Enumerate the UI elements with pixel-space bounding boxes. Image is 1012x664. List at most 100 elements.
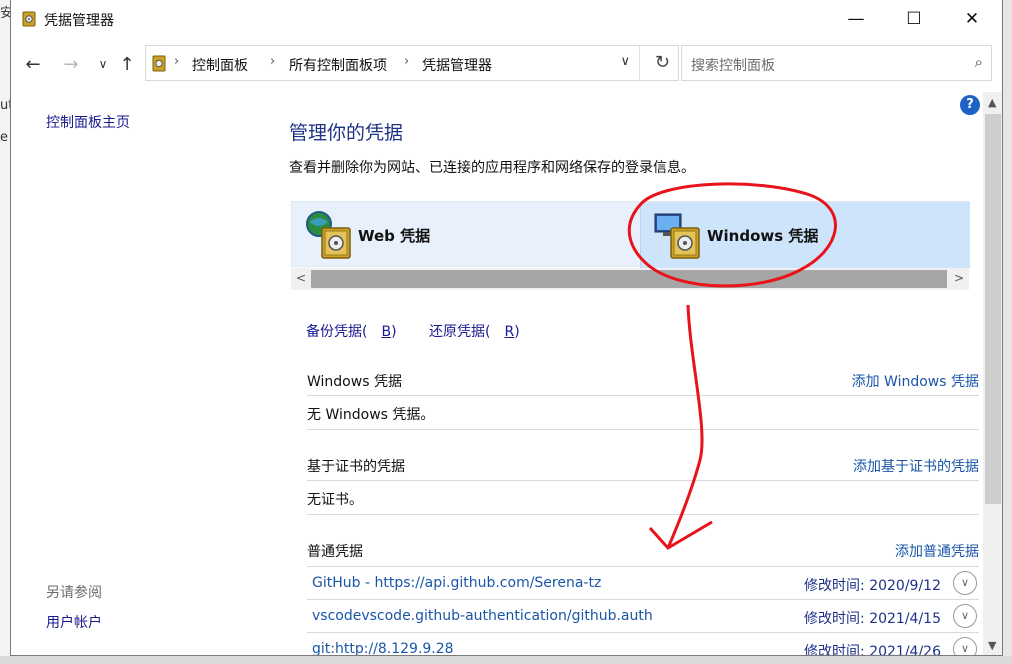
title-bar[interactable]: 凭据管理器 — ☐ ✕ [11,0,1002,38]
tabs-horizontal-scrollbar[interactable]: < > [291,268,969,290]
windows-credentials-section-header: Windows 凭据 添加 Windows 凭据 [307,371,979,391]
credential-row[interactable]: GitHub - https://api.github.com/Serena-t… [307,566,979,598]
modified-date: 2020/9/12 [869,578,941,594]
breadcrumb-separator-icon: › [174,54,180,69]
tab-web-credentials[interactable]: Web 凭据 [292,202,640,268]
tab-web-label: Web 凭据 [358,226,431,245]
background-text-fragment: e [0,130,8,145]
modified-date: 2021/4/15 [869,611,941,627]
credential-type-tabs: Web 凭据 Windows 凭据 [291,201,970,268]
divider [307,514,979,515]
minimize-button[interactable]: — [833,0,879,38]
main-content: 管理你的凭据 查看并删除你为网站、已连接的应用程序和网络保存的登录信息。 Web… [289,90,979,655]
minimize-icon: — [847,9,865,29]
scroll-left-icon[interactable]: < [296,271,306,285]
back-button[interactable]: ← [21,52,45,76]
credential-modified: 修改时间: 2021/4/26 [804,641,941,656]
certificate-credentials-empty-text: 无证书。 [307,492,363,508]
scroll-right-icon[interactable]: > [954,271,964,285]
scrollbar-thumb[interactable] [985,114,1001,504]
restore-link-close: ) [514,324,520,340]
credential-manager-icon [22,11,36,27]
credential-name[interactable]: GitHub - https://api.github.com/Serena-t… [312,575,601,591]
credential-manager-window: 凭据管理器 — ☐ ✕ ← → ∨ ↑ › 控制面板 › 所有控制面板项 › 凭… [10,0,1003,656]
certificate-credentials-empty: 无证书。 [307,480,979,514]
scrollbar-thumb[interactable] [311,270,947,288]
user-accounts-link[interactable]: 用户帐户 [46,612,102,632]
backup-restore-links: 备份凭据( B) 还原凭据( R) [306,321,548,341]
breadcrumb-separator-icon: › [404,54,410,69]
windows-credentials-empty-text: 无 Windows 凭据。 [307,407,435,423]
page-description: 查看并删除你为网站、已连接的应用程序和网络保存的登录信息。 [289,160,695,176]
windows-credentials-icon [654,213,700,259]
add-windows-credential-link[interactable]: 添加 Windows 凭据 [852,371,979,391]
window-title: 凭据管理器 [44,13,114,29]
add-certificate-credential-link[interactable]: 添加基于证书的凭据 [853,456,979,476]
web-credentials-icon [306,211,351,259]
generic-credentials-heading: 普通凭据 [307,544,363,560]
restore-credentials-link[interactable]: 还原凭据( R) [429,324,534,340]
address-divider [639,46,640,80]
expand-chevron-icon[interactable]: ∨ [953,604,977,628]
vertical-scrollbar[interactable]: ▲ ▼ [983,92,1002,655]
backup-credentials-link[interactable]: 备份凭据( B) [306,324,411,340]
breadcrumb-all-control-panel-items[interactable]: 所有控制面板项 [289,55,387,75]
search-input[interactable]: 搜索控制面板 ⌕ [681,45,992,81]
back-arrow-icon: ← [25,53,41,75]
breadcrumb-separator-icon: › [270,54,276,69]
page-title: 管理你的凭据 [289,122,404,144]
credential-row[interactable]: vscodevscode.github-authentication/githu… [307,599,979,631]
divider [307,429,979,430]
search-icon[interactable]: ⌕ [975,53,983,71]
expand-chevron-icon[interactable]: ∨ [953,571,977,595]
tab-windows-label: Windows 凭据 [707,226,819,245]
see-also-heading: 另请参阅 [46,585,102,601]
control-panel-home-link[interactable]: 控制面板主页 [46,112,130,132]
modified-label: 修改时间: [804,611,865,627]
maximize-icon: ☐ [906,9,922,29]
left-pane: 控制面板主页 另请参阅 用户帐户 [11,90,279,655]
credential-name[interactable]: git:http://8.129.9.28 [312,641,454,655]
address-bar[interactable]: › 控制面板 › 所有控制面板项 › 凭据管理器 ∨ ↻ [145,45,679,81]
refresh-icon[interactable]: ↻ [655,52,670,73]
credential-row[interactable]: git:http://8.129.9.28 修改时间: 2021/4/26 ∨ [307,632,979,656]
tab-windows-credentials[interactable]: Windows 凭据 [640,202,970,268]
windows-credentials-empty: 无 Windows 凭据。 [307,395,979,429]
address-dropdown-icon[interactable]: ∨ [620,54,630,69]
windows-credentials-heading: Windows 凭据 [307,374,402,390]
credential-name[interactable]: vscodevscode.github-authentication/githu… [312,608,653,624]
modified-label: 修改时间: [804,644,865,656]
restore-link-text: 还原凭据( [429,324,491,340]
backup-access-key: B [381,324,392,340]
search-placeholder: 搜索控制面板 [691,58,775,74]
credential-modified: 修改时间: 2021/4/15 [804,608,941,628]
breadcrumb-control-panel[interactable]: 控制面板 [192,55,248,75]
background-window-edge-right [1002,0,1012,664]
add-generic-credential-link[interactable]: 添加普通凭据 [895,541,979,561]
background-taskbar [0,656,1012,664]
maximize-button[interactable]: ☐ [891,0,937,38]
close-button[interactable]: ✕ [949,0,995,38]
up-arrow-icon: ↑ [119,53,135,75]
modified-label: 修改时间: [804,578,865,594]
recent-locations-button[interactable]: ∨ [91,52,115,76]
close-icon: ✕ [964,9,980,29]
modified-date: 2021/4/26 [869,644,941,656]
breadcrumb-credential-manager[interactable]: 凭据管理器 [422,55,492,75]
chevron-down-icon: ∨ [98,57,108,71]
credential-manager-icon [152,55,166,72]
scroll-down-icon[interactable]: ▼ [988,639,996,652]
expand-chevron-icon[interactable]: ∨ [953,637,977,655]
forward-button[interactable]: → [59,52,83,76]
backup-link-text: 备份凭据( [306,324,368,340]
up-button[interactable]: ↑ [115,52,139,76]
navigation-bar: ← → ∨ ↑ › 控制面板 › 所有控制面板项 › 凭据管理器 ∨ ↻ 搜索控… [11,38,1002,90]
generic-credentials-section-header: 普通凭据 添加普通凭据 [307,541,979,561]
scroll-up-icon[interactable]: ▲ [988,96,996,109]
restore-access-key: R [504,324,515,340]
forward-arrow-icon: → [63,53,79,75]
certificate-credentials-heading: 基于证书的凭据 [307,459,405,475]
certificate-credentials-section-header: 基于证书的凭据 添加基于证书的凭据 [307,456,979,476]
backup-link-close: ) [391,324,397,340]
credential-modified: 修改时间: 2020/9/12 [804,575,941,595]
